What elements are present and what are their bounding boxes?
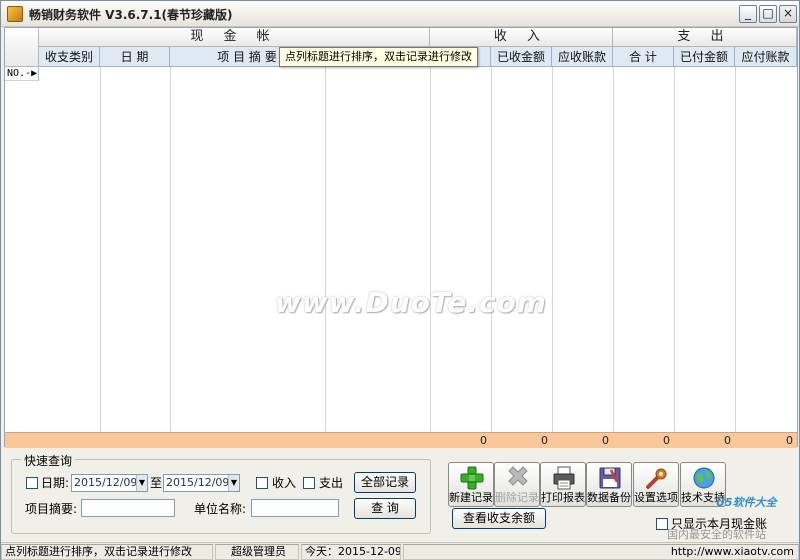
summary-label: 项目摘要:: [25, 502, 78, 516]
corner-watermark-text: 国内最安全的软件站: [667, 528, 766, 541]
print-report-button[interactable]: 打印报表: [540, 462, 586, 507]
column-header-receivable[interactable]: 应收账款: [552, 47, 613, 67]
column-tooltip: 点列标题进行排序，双击记录进行修改: [279, 47, 478, 67]
column-divider: [735, 67, 736, 433]
column-header-date[interactable]: 日 期: [100, 47, 170, 67]
group-header-income[interactable]: 收 入: [430, 28, 613, 47]
date-from-picker[interactable]: 2015/12/09 ▼: [71, 474, 148, 492]
total-paid: 0: [724, 434, 731, 447]
minimize-button[interactable]: _: [739, 5, 757, 23]
unit-name-input[interactable]: [251, 499, 339, 517]
column-divider: [100, 67, 101, 433]
status-hint: 点列标题进行排序，双击记录进行修改: [1, 544, 213, 560]
date-label: 日期:: [41, 476, 70, 490]
corner-logo: U5软件大全: [716, 496, 777, 509]
delete-record-button[interactable]: 删除记录: [494, 462, 540, 507]
column-header-received[interactable]: 已收金额: [491, 47, 552, 67]
main-window: 畅销财务软件 V3.6.7.1(春节珍藏版) _ □ × 现 金 帐 收 入 支…: [0, 0, 800, 560]
total-payable: 0: [786, 434, 793, 447]
wrench-icon: [646, 468, 667, 489]
close-button[interactable]: ×: [779, 5, 797, 23]
total-receivable: 0: [602, 434, 609, 447]
data-backup-label: 数据备份: [587, 491, 631, 504]
globe-icon: [693, 467, 715, 489]
printer-icon: [553, 466, 575, 490]
title-bar[interactable]: 畅销财务软件 V3.6.7.1(春节珍藏版) _ □ ×: [1, 1, 799, 27]
grid-corner: [5, 28, 39, 67]
print-report-label: 打印报表: [541, 491, 585, 504]
delete-record-label: 删除记录: [495, 491, 539, 504]
unit-name-label: 单位名称:: [194, 502, 247, 516]
column-divider: [613, 67, 614, 433]
column-header-expense-total[interactable]: 合 计: [613, 47, 674, 67]
summary-input[interactable]: [81, 499, 175, 517]
new-record-label: 新建记录: [449, 491, 493, 504]
records-grid[interactable]: 现 金 帐 收 入 支 出 收支类别 日 期 项 目 摘 要 合 计 已收金额 …: [4, 27, 798, 448]
totals-row: 0 0 0 0 0 0: [5, 432, 797, 448]
maximize-button[interactable]: □: [759, 5, 777, 23]
group-header-expense[interactable]: 支 出: [613, 28, 797, 47]
total-income: 0: [480, 434, 487, 447]
income-checkbox[interactable]: [256, 477, 268, 489]
column-header-category[interactable]: 收支类别: [39, 47, 100, 67]
column-header-paid[interactable]: 已付金额: [674, 47, 735, 67]
chevron-down-icon[interactable]: ▼: [136, 475, 147, 491]
site-watermark: www.DuoTe.com: [275, 286, 547, 319]
date-from-value: 2015/12/09: [74, 476, 138, 489]
column-divider: [325, 67, 326, 433]
status-bar: 点列标题进行排序，双击记录进行修改 超级管理员 今天：2015-12-09 ht…: [1, 542, 799, 560]
data-backup-button[interactable]: 数据备份: [586, 462, 632, 507]
date-to-label: 至: [150, 476, 163, 490]
status-user: 超级管理员: [215, 544, 299, 560]
settings-button[interactable]: 设置选项: [633, 462, 679, 507]
settings-label: 设置选项: [634, 491, 678, 504]
floppy-icon: [599, 467, 621, 489]
group-header-cash[interactable]: 现 金 帐: [39, 28, 430, 47]
app-icon: [7, 6, 23, 22]
all-records-button[interactable]: 全部记录: [354, 472, 416, 493]
date-filter-checkbox[interactable]: [26, 477, 38, 489]
date-to-value: 2015/12/09: [166, 476, 230, 489]
column-divider: [674, 67, 675, 433]
column-divider: [170, 67, 171, 433]
expense-checkbox-label: 支出: [319, 476, 344, 490]
query-button[interactable]: 查 询: [354, 498, 416, 519]
window-title: 畅销财务软件 V3.6.7.1(春节珍藏版): [29, 8, 233, 22]
quick-query-legend: 快速查询: [21, 452, 76, 469]
new-record-button[interactable]: 新建记录: [448, 462, 494, 507]
total-expense: 0: [663, 434, 670, 447]
quick-query-group: [11, 459, 431, 534]
chevron-down-icon[interactable]: ▼: [228, 475, 239, 491]
column-divider: [430, 67, 431, 433]
column-divider: [552, 67, 553, 433]
income-checkbox-label: 收入: [272, 476, 297, 490]
total-received: 0: [541, 434, 548, 447]
date-to-picker[interactable]: 2015/12/09 ▼: [163, 474, 240, 492]
expense-checkbox[interactable]: [303, 477, 315, 489]
plus-icon: [460, 466, 484, 490]
current-row-marker[interactable]: NO.-▶: [5, 67, 39, 81]
status-today: 今天：2015-12-09: [301, 544, 401, 560]
column-header-payable[interactable]: 应付账款: [735, 47, 797, 67]
status-site[interactable]: http://www.xiaotv.com: [403, 544, 799, 560]
column-divider: [491, 67, 492, 433]
view-balance-button[interactable]: 查看收支余额: [452, 508, 546, 529]
delete-x-icon: [508, 466, 528, 486]
